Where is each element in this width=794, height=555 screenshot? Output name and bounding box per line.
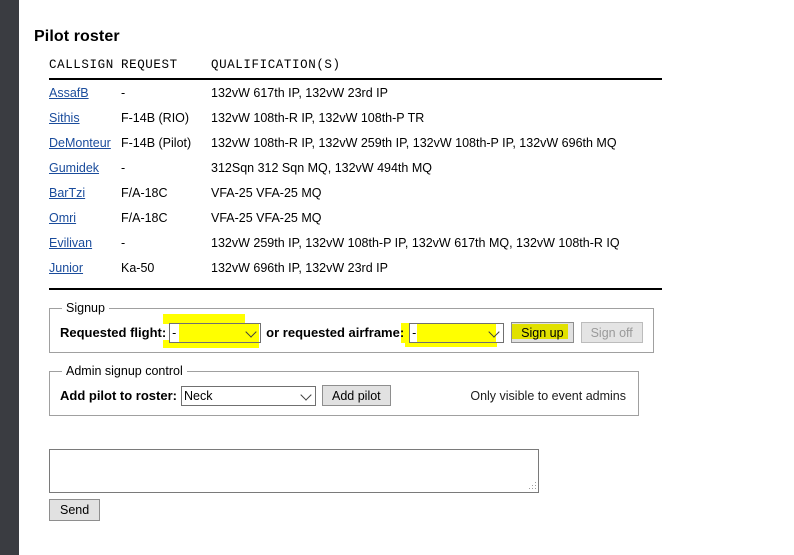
admin-signup-panel: Admin signup control Add pilot to roster… — [49, 364, 639, 416]
table-row: Evilivan - 132vW 259th IP, 132vW 108th-P… — [49, 230, 662, 255]
callsign-link[interactable]: Gumidek — [49, 161, 99, 175]
callsign-link[interactable]: BarTzi — [49, 186, 85, 200]
add-pilot-select-wrapper: Neck — [181, 385, 316, 406]
signup-legend: Signup — [66, 301, 105, 315]
callsign-link[interactable]: Sithis — [49, 111, 80, 125]
cell-request: - — [121, 236, 126, 250]
section-divider — [49, 288, 662, 290]
admin-only-note: Only visible to event admins — [470, 388, 626, 403]
page-background: Pilot roster CALLSIGN REQUEST QUALIFICAT… — [19, 0, 794, 555]
callsign-link[interactable]: Evilivan — [49, 236, 92, 250]
cell-callsign: AssafB — [49, 79, 121, 105]
cell-request: - — [121, 86, 126, 100]
add-pilot-to-roster-label: Add pilot to roster: — [60, 388, 177, 403]
table-row: Junior Ka-50 132vW 696th IP, 132vW 23rd … — [49, 255, 662, 280]
cell-callsign: BarTzi — [49, 180, 121, 205]
sign-off-button: Sign off — [580, 322, 643, 343]
requested-flight-select-wrapper: - — [163, 313, 262, 348]
cell-request: F-14B (Pilot) — [121, 136, 192, 150]
cell-callsign: Evilivan — [49, 230, 121, 255]
message-box-wrapper — [49, 449, 539, 493]
requested-flight-label: Requested flight: — [60, 325, 167, 340]
cell-request: F-14B (RIO) — [121, 111, 190, 125]
cell-request: F/A-18C — [121, 211, 168, 225]
admin-row: Add pilot to roster: Neck Add pilot Only… — [60, 385, 628, 406]
cell-qualifications: 132vW 259th IP, 132vW 108th-P IP, 132vW … — [211, 236, 620, 250]
cell-callsign: Sithis — [49, 105, 121, 130]
cell-qualifications: 132vW 108th-R IP, 132vW 259th IP, 132vW … — [211, 136, 617, 150]
or-requested-airframe-label: or requested airframe: — [266, 325, 405, 340]
cell-qualifications: 132vW 108th-R IP, 132vW 108th-P TR — [211, 111, 425, 125]
requested-airframe-select[interactable]: - — [409, 322, 505, 343]
table-row: Gumidek - 312Sqn 312 Sqn MQ, 132vW 494th… — [49, 155, 662, 180]
sign-up-button[interactable]: Sign up — [511, 322, 574, 343]
cell-qualifications: 132vW 696th IP, 132vW 23rd IP — [211, 261, 388, 275]
column-header-request: REQUEST — [121, 58, 178, 72]
cell-callsign: Omri — [49, 205, 121, 230]
cell-request: Ka-50 — [121, 261, 155, 275]
cell-callsign: Gumidek — [49, 155, 121, 180]
callsign-link[interactable]: DeMonteur — [49, 136, 111, 150]
table-row: AssafB - 132vW 617th IP, 132vW 23rd IP — [49, 79, 662, 105]
signup-row: Requested flight: - or requested airfram… — [60, 313, 643, 348]
callsign-link[interactable]: AssafB — [49, 86, 89, 100]
sign-up-button-wrapper: Sign up — [511, 322, 574, 343]
cell-callsign: DeMonteur — [49, 130, 121, 155]
callsign-link[interactable]: Junior — [49, 261, 83, 275]
send-button[interactable]: Send — [49, 499, 101, 521]
page-title: Pilot roster — [34, 28, 120, 45]
cell-request: - — [121, 161, 126, 175]
callsign-link[interactable]: Omri — [49, 211, 76, 225]
column-header-callsign: CALLSIGN — [49, 58, 114, 72]
cell-request: F/A-18C — [121, 186, 168, 200]
table-row: Sithis F-14B (RIO) 132vW 108th-R IP, 132… — [49, 105, 662, 130]
signup-panel: Signup Requested flight: - or requested … — [49, 301, 654, 353]
message-textarea[interactable] — [49, 449, 539, 493]
add-pilot-select[interactable]: Neck — [181, 385, 316, 406]
add-pilot-button[interactable]: Add pilot — [322, 385, 391, 406]
table-row: DeMonteur F-14B (Pilot) 132vW 108th-R IP… — [49, 130, 662, 155]
requested-airframe-select-wrapper: - — [401, 322, 505, 347]
left-gutter-band — [0, 0, 19, 555]
cell-qualifications: VFA-25 VFA-25 MQ — [211, 211, 322, 225]
column-header-qualifications: QUALIFICATION(S) — [211, 58, 341, 72]
requested-flight-select[interactable]: - — [169, 322, 262, 343]
cell-qualifications: 312Sqn 312 Sqn MQ, 132vW 494th MQ — [211, 161, 432, 175]
table-header-row: CALLSIGN REQUEST QUALIFICATION(S) — [49, 58, 662, 79]
cell-callsign: Junior — [49, 255, 121, 280]
table-row: BarTzi F/A-18C VFA-25 VFA-25 MQ — [49, 180, 662, 205]
admin-panel-legend: Admin signup control — [66, 364, 183, 378]
cell-qualifications: VFA-25 VFA-25 MQ — [211, 186, 322, 200]
pilot-roster-table: CALLSIGN REQUEST QUALIFICATION(S) AssafB… — [49, 58, 662, 280]
cell-qualifications: 132vW 617th IP, 132vW 23rd IP — [211, 86, 388, 100]
page-content: Pilot roster CALLSIGN REQUEST QUALIFICAT… — [34, 28, 662, 521]
table-row: Omri F/A-18C VFA-25 VFA-25 MQ — [49, 205, 662, 230]
